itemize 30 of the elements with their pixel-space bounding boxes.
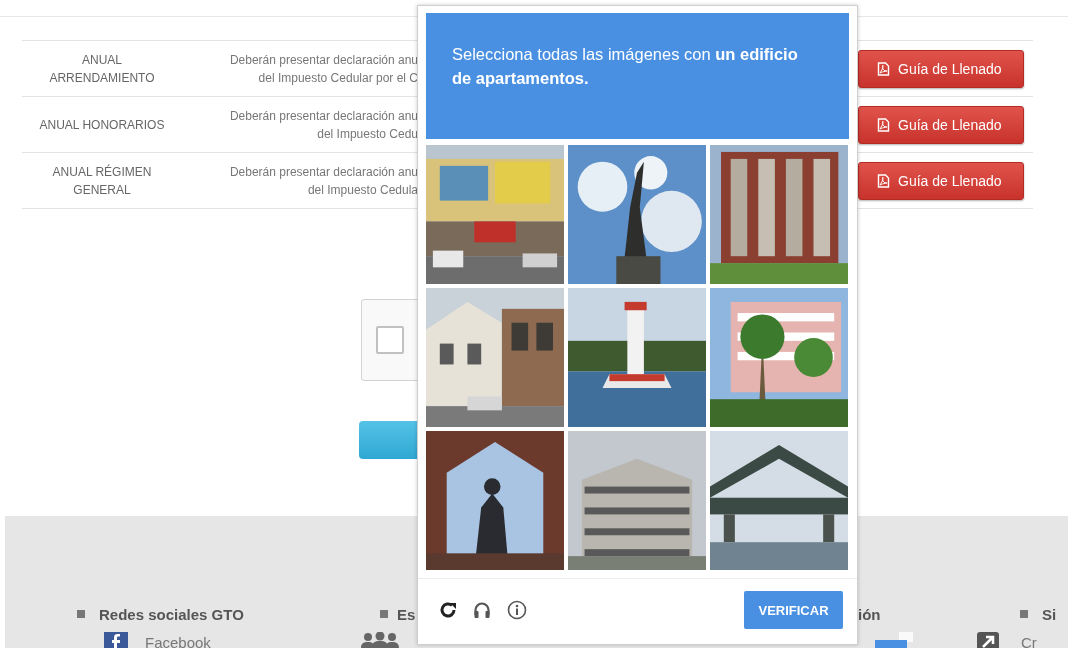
footer-heading: Redes sociales GTO — [99, 605, 244, 623]
table-cell-text: Deberán presentar declaración anu del Impuesto Cedular por el C — [229, 51, 418, 87]
footer-heading: Si — [1042, 605, 1057, 623]
footer-heading: Es — [397, 605, 416, 623]
guide-button[interactable]: Guía de Llenado — [858, 161, 1024, 200]
external-link-icon — [977, 632, 999, 648]
bullet-icon — [77, 610, 85, 618]
guide-button[interactable]: Guía de Llenado — [858, 105, 1024, 144]
pdf-icon — [877, 61, 890, 76]
table-cell-text: Deberán presentar declaración anu del Impuesto Cedula — [229, 163, 418, 199]
bullet-icon — [380, 610, 388, 618]
people-icon — [360, 632, 400, 648]
footer-link[interactable]: Cr — [1021, 633, 1037, 648]
verify-button[interactable]: VERIFICAR — [744, 591, 843, 629]
pdf-icon — [877, 117, 890, 132]
info-icon[interactable] — [507, 600, 527, 620]
instruction-text: Selecciona todas las imágenes con un edificio de apartamentos. — [452, 44, 799, 89]
guide-button[interactable]: Guía de Llenado — [858, 49, 1024, 88]
footer-heading: ión — [858, 605, 881, 623]
facebook-icon — [104, 632, 128, 648]
reload-icon[interactable] — [439, 601, 457, 619]
footer-link[interactable]: Facebook — [145, 633, 211, 648]
bullet-icon — [1020, 610, 1028, 618]
headphones-icon[interactable] — [473, 601, 491, 619]
pdf-icon — [877, 173, 890, 188]
table-cell-text: ANUAL RÉGIMEN GENERAL — [52, 163, 152, 199]
table-cell-text: ANUAL HONORARIOS — [39, 116, 165, 134]
checkbox[interactable] — [376, 326, 404, 354]
table-cell-text: Deberán presentar declaración anu del Impuesto Cedu — [229, 107, 418, 143]
table-cell-text: ANUAL ARRENDAMIENTO — [49, 51, 155, 87]
